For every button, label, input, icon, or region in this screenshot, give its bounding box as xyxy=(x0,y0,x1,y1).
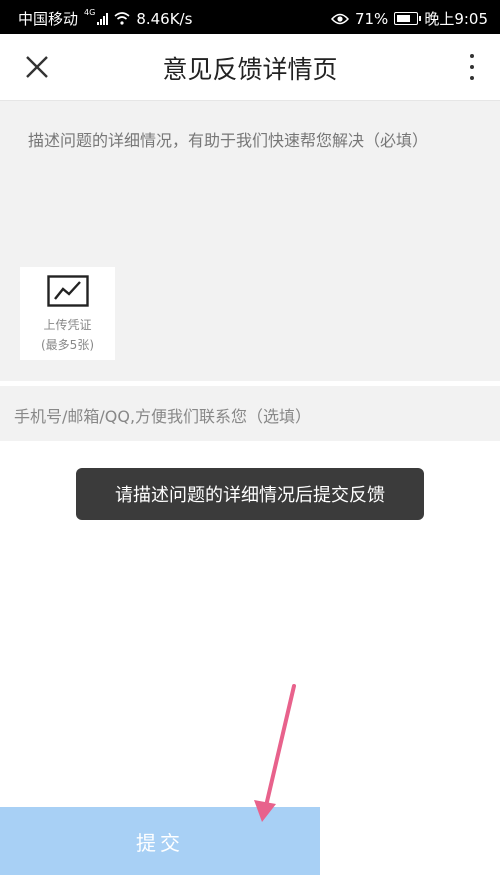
carrier-label: 中国移动 xyxy=(18,10,79,28)
page-title: 意见反馈详情页 xyxy=(162,55,338,84)
submit-button[interactable]: 提交 xyxy=(0,807,320,875)
contact-input[interactable]: 手机号/邮箱/QQ,方便我们联系您（选填） xyxy=(0,386,500,441)
battery-percent-label: 71% xyxy=(354,9,389,28)
chart-image-icon xyxy=(47,275,89,307)
signal-icon xyxy=(97,12,109,25)
upload-evidence-button[interactable]: 上传凭证 (最多5张) xyxy=(20,267,115,360)
status-bar-right: 71% 晚上9:05 xyxy=(330,8,488,29)
wifi-icon xyxy=(114,12,130,25)
more-vertical-icon-dot xyxy=(470,76,474,80)
more-vertical-icon-dot xyxy=(470,54,474,58)
upload-label: 上传凭证 (最多5张) xyxy=(20,315,115,355)
description-textarea[interactable]: 描述问题的详细情况，有助于我们快速帮您解决（必填） 上传凭证 (最多5张) xyxy=(0,101,500,381)
more-vertical-icon-dot xyxy=(470,65,474,69)
description-placeholder: 描述问题的详细情况，有助于我们快速帮您解决（必填） xyxy=(28,131,429,150)
more-options-button[interactable] xyxy=(466,54,478,80)
network-speed-label: 8.46K/s xyxy=(136,9,193,28)
clock-label: 晚上9:05 xyxy=(424,10,488,28)
status-bar: 中国移动 4G 8.46K/s 71% 晚上9:05 xyxy=(0,0,500,34)
upload-label-title: 上传凭证 xyxy=(43,318,92,332)
toast-message: 请描述问题的详细情况后提交反馈 xyxy=(76,468,424,520)
bottom-strip xyxy=(0,876,500,889)
upload-label-limit: (最多5张) xyxy=(41,338,94,352)
app-header: 意见反馈详情页 xyxy=(0,34,500,101)
contact-placeholder: 手机号/邮箱/QQ,方便我们联系您（选填） xyxy=(14,407,312,426)
battery-icon xyxy=(394,12,422,25)
status-bar-left: 中国移动 4G 8.46K/s xyxy=(18,8,192,29)
network-type-label: 4G xyxy=(84,8,96,17)
eye-icon xyxy=(330,13,349,24)
